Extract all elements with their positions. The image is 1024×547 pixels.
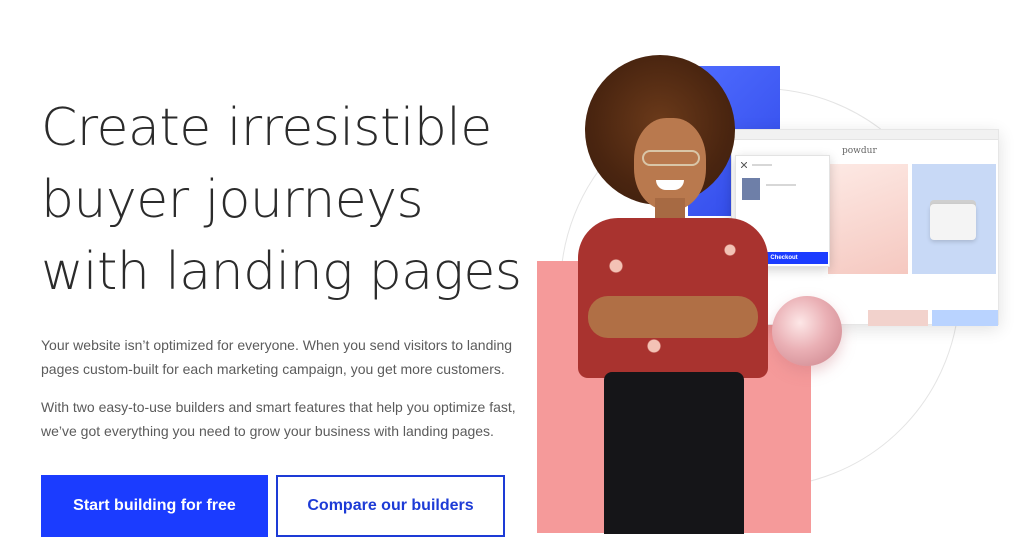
thumbnail-strip-pink — [868, 310, 928, 326]
person-glasses — [642, 150, 700, 166]
product-jar — [930, 204, 976, 240]
start-building-button[interactable]: Start building for free — [41, 475, 268, 537]
cart-item-thumbnail — [742, 178, 760, 200]
person-arms — [588, 296, 758, 338]
cart-item-line — [766, 184, 796, 186]
pink-orb — [772, 296, 842, 366]
hero-paragraph-2: With two easy-to-use builders and smart … — [41, 399, 516, 439]
mockup-brand: powdur — [842, 146, 877, 156]
thumbnail-strip-blue — [932, 310, 998, 326]
compare-builders-button[interactable]: Compare our builders — [276, 475, 505, 537]
hero-headline: Create irresistible buyer journeys with … — [41, 98, 522, 302]
product-tile-pink — [828, 164, 908, 274]
cart-header-line — [752, 164, 772, 166]
hero-paragraph-1: Your website isn’t optimized for everyon… — [41, 337, 513, 377]
browser-bar — [732, 130, 998, 140]
person-pants — [604, 372, 744, 534]
close-icon — [741, 162, 747, 168]
